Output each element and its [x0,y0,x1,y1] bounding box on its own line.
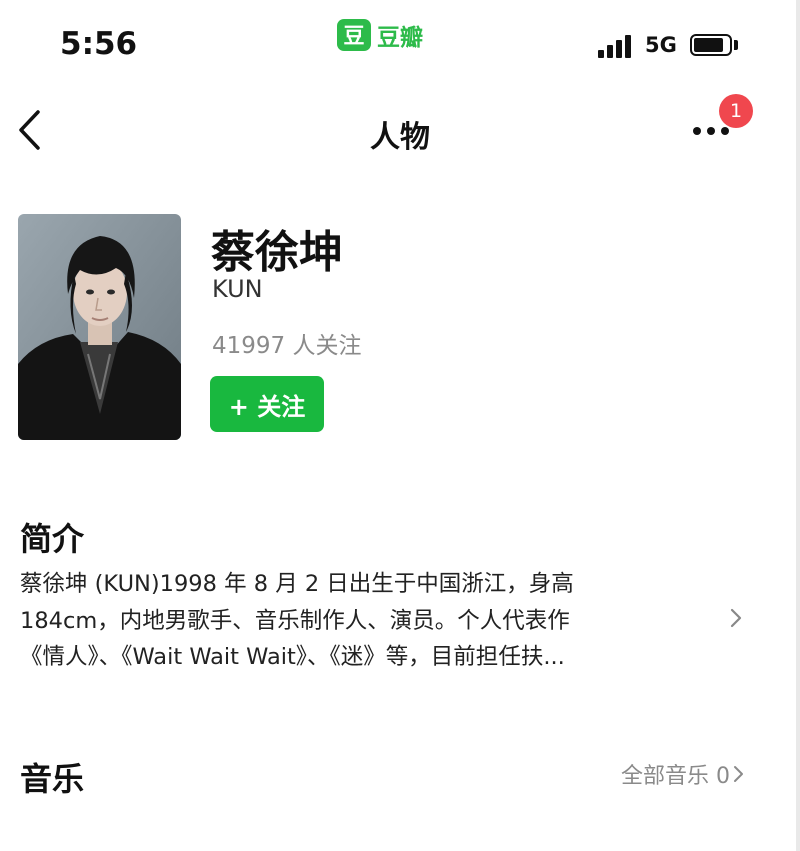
follower-count: 41997 人关注 [212,333,362,359]
intro-expand-button[interactable] [726,604,746,632]
battery-tip [734,40,738,50]
music-title: 音乐 [20,760,85,798]
status-bar: 5:56 豆 豆瓣 5G [0,0,800,80]
person-alias: KUN [212,275,263,303]
intro-line: 蔡徐坤 (KUN)1998 年 8 月 2 日出生于中国浙江，身高 [20,571,574,597]
chevron-right-icon [730,608,742,628]
network-type: 5G [645,33,677,57]
intro-line: 184cm，内地男歌手、音乐制作人、演员。个人代表作 [20,607,570,634]
person-name: 蔡徐坤 [211,227,343,278]
page-title: 人物 [370,120,430,155]
intro-text[interactable]: 蔡徐坤 (KUN)1998 年 8 月 2 日出生于中国浙江，身高 184cm，… [20,566,710,676]
chevron-right-icon [734,766,743,782]
all-music-link[interactable]: 全部音乐 0 [560,758,746,790]
signal-bars-icon [598,34,634,58]
app-name: 豆瓣 [377,25,423,51]
all-music-label: 全部音乐 0 [621,764,730,789]
intro-line: 《情人》、《Wait Wait Wait》、《迷》等，目前担任扶... [20,644,565,670]
douban-logo-icon: 豆 [337,19,371,51]
notification-badge: 1 [719,94,753,128]
person-photo[interactable] [18,214,181,440]
portrait-image [18,214,181,440]
status-time: 5:56 [60,26,138,62]
app-indicator: 豆 豆瓣 [337,18,423,52]
battery-icon [690,34,732,56]
follow-button[interactable]: + 关注 [210,376,324,432]
screen-edge [796,0,800,851]
intro-title: 简介 [20,520,85,558]
